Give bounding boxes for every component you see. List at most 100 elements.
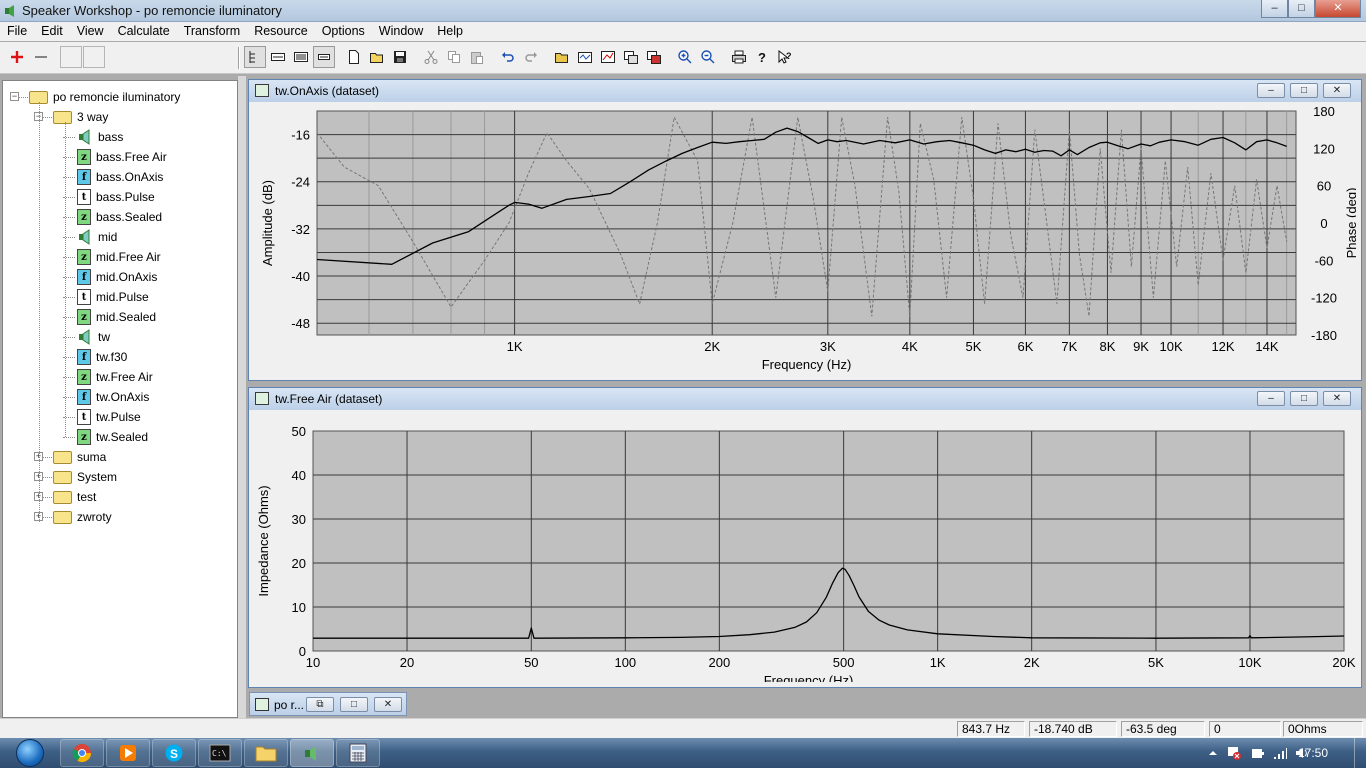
undo-button[interactable] [497, 46, 519, 68]
taskbar-skype[interactable]: S [152, 739, 196, 767]
tree-node-tw-sealed[interactable]: z tw.Sealed [77, 427, 148, 447]
onaxis-close-button[interactable]: ✕ [1323, 83, 1351, 98]
taskbar-media-player[interactable] [106, 739, 150, 767]
context-help-button[interactable]: ? [774, 46, 796, 68]
cut-button[interactable] [420, 46, 442, 68]
open-button[interactable] [551, 46, 573, 68]
minimized-maximize-button[interactable]: □ [340, 697, 368, 712]
tree-node-po-remoncie-iluminatory[interactable]: po remoncie iluminatory [29, 87, 180, 107]
y2-tick-label: -60 [1315, 253, 1334, 268]
window-close-button[interactable] [643, 46, 665, 68]
copy-button[interactable] [443, 46, 465, 68]
network-icon[interactable] [1272, 745, 1288, 761]
x-axis-label: Frequency (Hz) [764, 673, 854, 682]
tree-node-mid[interactable]: mid [77, 227, 117, 247]
zoom-out-button[interactable] [697, 46, 719, 68]
tree-node-mid-free-air[interactable]: z mid.Free Air [77, 247, 161, 267]
resource-tree[interactable]: po remoncie iluminatory −3 way − bass z bass.… [2, 80, 238, 718]
onaxis-window-titlebar[interactable]: tw.OnAxis (dataset) – □ ✕ [249, 80, 1361, 102]
menu-options[interactable]: Options [315, 22, 372, 38]
taskbar-calculator[interactable] [336, 739, 380, 767]
blank-button-1[interactable] [60, 46, 82, 68]
freeair-close-button[interactable]: ✕ [1323, 391, 1351, 406]
clock[interactable]: 17:50 [1298, 746, 1328, 760]
minimized-window[interactable]: po r... ⧉ □ ✕ [249, 692, 407, 716]
zoom-in-button[interactable] [674, 46, 696, 68]
help-button[interactable]: ? [751, 46, 773, 68]
tree-node-bass-onaxis[interactable]: f bass.OnAxis [77, 167, 163, 187]
maximize-button[interactable]: □ [1288, 0, 1315, 18]
tree-node-suma[interactable]: suma [53, 447, 106, 467]
menu-edit[interactable]: Edit [34, 22, 70, 38]
tree-view-button[interactable] [244, 46, 266, 68]
menu-file[interactable]: File [0, 22, 34, 38]
remove-button[interactable] [30, 46, 52, 68]
cut-icon [424, 50, 438, 64]
show-desktop-button[interactable] [1354, 738, 1366, 768]
taskbar-explorer[interactable] [244, 739, 288, 767]
blank-button-2[interactable] [83, 46, 105, 68]
tree-node-test[interactable]: test [53, 487, 96, 507]
tree-node-bass-sealed[interactable]: z bass.Sealed [77, 207, 162, 227]
onaxis-maximize-button[interactable]: □ [1290, 83, 1318, 98]
grid-button[interactable] [313, 46, 335, 68]
tree-node-bass-pulse[interactable]: t bass.Pulse [77, 187, 155, 207]
taskbar-cmd[interactable]: C:\ [198, 739, 242, 767]
close-button[interactable]: ✕ [1315, 0, 1361, 18]
menu-calculate[interactable]: Calculate [111, 22, 177, 38]
freeair-window-titlebar[interactable]: tw.Free Air (dataset) – □ ✕ [249, 388, 1361, 410]
tree-node-mid-onaxis[interactable]: f mid.OnAxis [77, 267, 157, 287]
paste-button[interactable] [466, 46, 488, 68]
tree-node-bass[interactable]: bass [77, 127, 123, 147]
x-tick-label: 2K [1024, 655, 1040, 670]
impedance-chart[interactable]: 10 20 50 100 200 500 1K 2K 5K 10K 20K50403020100Fr… [254, 410, 1356, 688]
minimized-close-button[interactable]: ✕ [374, 697, 402, 712]
add-button[interactable] [6, 46, 28, 68]
chart-button[interactable] [574, 46, 596, 68]
details-button[interactable] [290, 46, 312, 68]
power-icon[interactable] [1250, 745, 1266, 761]
tree-node-tw-free-air[interactable]: z tw.Free Air [77, 367, 153, 387]
menu-window[interactable]: Window [372, 22, 430, 38]
minimize-button[interactable]: – [1261, 0, 1288, 18]
show-hidden-icons-icon[interactable] [1208, 748, 1218, 758]
graph-button[interactable] [597, 46, 619, 68]
menu-transform[interactable]: Transform [177, 22, 248, 38]
onaxis-window[interactable]: tw.OnAxis (dataset) – □ ✕ 1K 2K 3K 4K 5K 6K 7K… [248, 79, 1362, 381]
tree-node-mid-pulse[interactable]: t mid.Pulse [77, 287, 149, 307]
status-bar: 843.7 Hz -18.740 dB -63.5 deg 0 0Ohms [0, 718, 1366, 738]
frequency-response-chart[interactable]: 1K 2K 3K 4K 5K 6K 7K 8K 9K 10K 12K 14K -16 -24 -32 -40 -… [254, 102, 1359, 375]
action-center-icon[interactable] [1226, 745, 1242, 761]
splitter[interactable] [238, 76, 246, 718]
tree-node-system[interactable]: System [53, 467, 117, 487]
tree-node-bass-free-air[interactable]: z bass.Free Air [77, 147, 167, 167]
list-button[interactable] [267, 46, 289, 68]
freeair-maximize-button[interactable]: □ [1290, 391, 1318, 406]
print-button[interactable] [728, 46, 750, 68]
y-tick-label: 0 [299, 644, 306, 659]
menu-resource[interactable]: Resource [247, 22, 315, 38]
open-folder-button[interactable] [366, 46, 388, 68]
minimized-restore-button[interactable]: ⧉ [306, 697, 334, 712]
tree-node-tw-pulse[interactable]: t tw.Pulse [77, 407, 141, 427]
folder-icon [53, 110, 72, 124]
new-document-button[interactable] [343, 46, 365, 68]
tree-node-zwroty[interactable]: zwroty [53, 507, 112, 527]
tree-node-3-way[interactable]: 3 way [53, 107, 108, 127]
tree-node-mid-sealed[interactable]: z mid.Sealed [77, 307, 156, 327]
menu-help[interactable]: Help [430, 22, 470, 38]
freeair-minimize-button[interactable]: – [1257, 391, 1285, 406]
onaxis-minimize-button[interactable]: – [1257, 83, 1285, 98]
tree-node-tw-f30[interactable]: f tw.f30 [77, 347, 127, 367]
taskbar-speaker-workshop[interactable] [290, 739, 334, 767]
window-button[interactable] [620, 46, 642, 68]
redo-button[interactable] [520, 46, 542, 68]
tree-node-tw-onaxis[interactable]: f tw.OnAxis [77, 387, 149, 407]
start-button[interactable] [4, 738, 56, 768]
menu-view[interactable]: View [70, 22, 111, 38]
tree-node-tw[interactable]: tw [77, 327, 110, 347]
taskbar-chrome[interactable] [60, 739, 104, 767]
save-button[interactable] [389, 46, 411, 68]
tree-expander[interactable]: − [10, 92, 19, 101]
freeair-window[interactable]: tw.Free Air (dataset) – □ ✕ 10 20 50 100 200… [248, 387, 1362, 688]
